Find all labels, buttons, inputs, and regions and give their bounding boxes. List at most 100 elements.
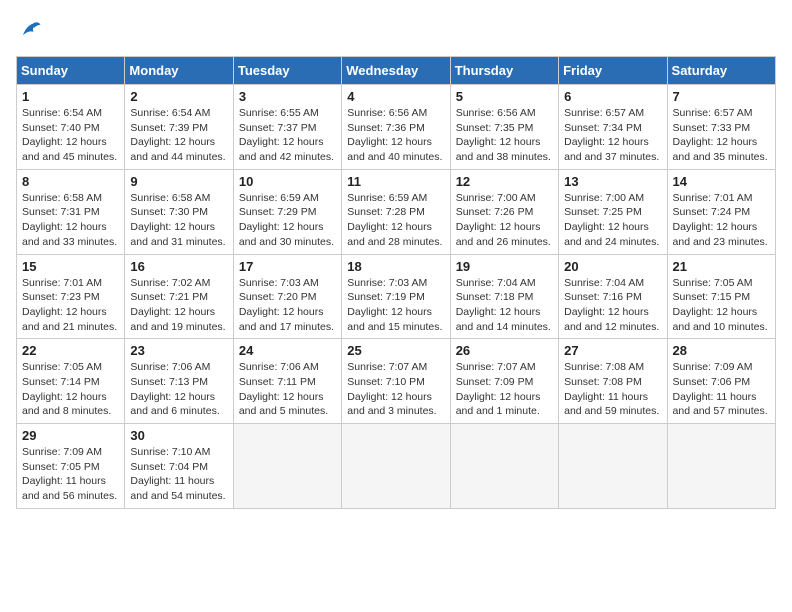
calendar-cell: 20 Sunrise: 7:04 AMSunset: 7:16 PMDayligh… [559, 254, 667, 339]
day-number: 9 [130, 174, 227, 189]
calendar-cell: 7 Sunrise: 6:57 AMSunset: 7:33 PMDaylight… [667, 85, 775, 170]
day-detail: Sunrise: 7:07 AMSunset: 7:09 PMDaylight:… [456, 360, 553, 419]
day-number: 16 [130, 259, 227, 274]
day-detail: Sunrise: 7:10 AMSunset: 7:04 PMDaylight:… [130, 445, 227, 504]
calendar-cell: 17Sunrise: 7:03 AMSunset: 7:20 PMDayligh… [233, 254, 341, 339]
calendar-week-1: 1Sunrise: 6:54 AMSunset: 7:40 PMDaylight… [17, 85, 776, 170]
day-detail: Sunrise: 6:54 AMSunset: 7:39 PMDaylight:… [130, 106, 227, 165]
calendar-cell: 11 Sunrise: 6:59 AMSunset: 7:28 PMDayligh… [342, 169, 450, 254]
calendar-cell: 19 Sunrise: 7:04 AMSunset: 7:18 PMDayligh… [450, 254, 558, 339]
day-number: 3 [239, 89, 336, 104]
calendar-cell [233, 424, 341, 509]
day-detail: Sunrise: 6:56 AMSunset: 7:35 PMDaylight:… [456, 106, 553, 165]
day-number: 24 [239, 343, 336, 358]
day-number: 12 [456, 174, 553, 189]
day-number: 10 [239, 174, 336, 189]
calendar-week-5: 29 Sunrise: 7:09 AMSunset: 7:05 PMDayligh… [17, 424, 776, 509]
calendar-table: SundayMondayTuesdayWednesdayThursdayFrid… [16, 56, 776, 509]
day-number: 28 [673, 343, 770, 358]
day-number: 29 [22, 428, 119, 443]
calendar-cell: 12Sunrise: 7:00 AMSunset: 7:26 PMDayligh… [450, 169, 558, 254]
day-number: 6 [564, 89, 661, 104]
day-number: 25 [347, 343, 444, 358]
calendar-cell: 10 Sunrise: 6:59 AMSunset: 7:29 PMDayligh… [233, 169, 341, 254]
calendar-cell: 27Sunrise: 7:08 AMSunset: 7:08 PMDayligh… [559, 339, 667, 424]
day-detail: Sunrise: 7:06 AMSunset: 7:13 PMDaylight:… [130, 360, 227, 419]
weekday-header-tuesday: Tuesday [233, 57, 341, 85]
day-number: 19 [456, 259, 553, 274]
day-detail: Sunrise: 6:59 AMSunset: 7:29 PMDaylight:… [239, 191, 336, 250]
calendar-cell: 18 Sunrise: 7:03 AMSunset: 7:19 PMDayligh… [342, 254, 450, 339]
calendar-cell: 22 Sunrise: 7:05 AMSunset: 7:14 PMDayligh… [17, 339, 125, 424]
day-number: 2 [130, 89, 227, 104]
day-detail: Sunrise: 7:03 AMSunset: 7:20 PMDaylight:… [239, 276, 336, 335]
calendar-cell: 1Sunrise: 6:54 AMSunset: 7:40 PMDaylight… [17, 85, 125, 170]
day-detail: Sunrise: 7:09 AMSunset: 7:05 PMDaylight:… [22, 445, 119, 504]
day-number: 7 [673, 89, 770, 104]
day-detail: Sunrise: 6:55 AMSunset: 7:37 PMDaylight:… [239, 106, 336, 165]
day-detail: Sunrise: 7:06 AMSunset: 7:11 PMDaylight:… [239, 360, 336, 419]
day-number: 21 [673, 259, 770, 274]
calendar-cell: 5 Sunrise: 6:56 AMSunset: 7:35 PMDaylight… [450, 85, 558, 170]
day-number: 15 [22, 259, 119, 274]
day-number: 23 [130, 343, 227, 358]
calendar-cell: 8 Sunrise: 6:58 AMSunset: 7:31 PMDaylight… [17, 169, 125, 254]
day-detail: Sunrise: 6:58 AMSunset: 7:30 PMDaylight:… [130, 191, 227, 250]
day-detail: Sunrise: 7:03 AMSunset: 7:19 PMDaylight:… [347, 276, 444, 335]
day-detail: Sunrise: 7:01 AMSunset: 7:24 PMDaylight:… [673, 191, 770, 250]
day-detail: Sunrise: 7:09 AMSunset: 7:06 PMDaylight:… [673, 360, 770, 419]
day-detail: Sunrise: 6:56 AMSunset: 7:36 PMDaylight:… [347, 106, 444, 165]
day-number: 20 [564, 259, 661, 274]
weekday-header-friday: Friday [559, 57, 667, 85]
calendar-week-3: 15 Sunrise: 7:01 AMSunset: 7:23 PMDayligh… [17, 254, 776, 339]
calendar-cell: 23 Sunrise: 7:06 AMSunset: 7:13 PMDayligh… [125, 339, 233, 424]
calendar-header-row: SundayMondayTuesdayWednesdayThursdayFrid… [17, 57, 776, 85]
weekday-header-monday: Monday [125, 57, 233, 85]
calendar-cell: 3 Sunrise: 6:55 AMSunset: 7:37 PMDaylight… [233, 85, 341, 170]
calendar-cell: 29 Sunrise: 7:09 AMSunset: 7:05 PMDayligh… [17, 424, 125, 509]
weekday-header-sunday: Sunday [17, 57, 125, 85]
calendar-cell: 24 Sunrise: 7:06 AMSunset: 7:11 PMDayligh… [233, 339, 341, 424]
day-detail: Sunrise: 7:04 AMSunset: 7:16 PMDaylight:… [564, 276, 661, 335]
day-detail: Sunrise: 7:05 AMSunset: 7:14 PMDaylight:… [22, 360, 119, 419]
day-detail: Sunrise: 6:57 AMSunset: 7:34 PMDaylight:… [564, 106, 661, 165]
calendar-cell: 13 Sunrise: 7:00 AMSunset: 7:25 PMDayligh… [559, 169, 667, 254]
weekday-header-saturday: Saturday [667, 57, 775, 85]
day-number: 4 [347, 89, 444, 104]
day-detail: Sunrise: 7:07 AMSunset: 7:10 PMDaylight:… [347, 360, 444, 419]
day-number: 30 [130, 428, 227, 443]
day-number: 5 [456, 89, 553, 104]
calendar-cell: 15 Sunrise: 7:01 AMSunset: 7:23 PMDayligh… [17, 254, 125, 339]
day-detail: Sunrise: 6:54 AMSunset: 7:40 PMDaylight:… [22, 106, 119, 165]
day-detail: Sunrise: 6:57 AMSunset: 7:33 PMDaylight:… [673, 106, 770, 165]
calendar-cell: 26Sunrise: 7:07 AMSunset: 7:09 PMDayligh… [450, 339, 558, 424]
day-number: 14 [673, 174, 770, 189]
day-detail: Sunrise: 7:04 AMSunset: 7:18 PMDaylight:… [456, 276, 553, 335]
day-number: 18 [347, 259, 444, 274]
calendar-cell: 2 Sunrise: 6:54 AMSunset: 7:39 PMDaylight… [125, 85, 233, 170]
calendar-cell [450, 424, 558, 509]
day-detail: Sunrise: 6:59 AMSunset: 7:28 PMDaylight:… [347, 191, 444, 250]
calendar-cell [342, 424, 450, 509]
day-detail: Sunrise: 7:00 AMSunset: 7:25 PMDaylight:… [564, 191, 661, 250]
calendar-cell: 14 Sunrise: 7:01 AMSunset: 7:24 PMDayligh… [667, 169, 775, 254]
day-number: 13 [564, 174, 661, 189]
day-detail: Sunrise: 7:01 AMSunset: 7:23 PMDaylight:… [22, 276, 119, 335]
page-header [16, 16, 776, 44]
calendar-cell: 28 Sunrise: 7:09 AMSunset: 7:06 PMDayligh… [667, 339, 775, 424]
calendar-cell: 9 Sunrise: 6:58 AMSunset: 7:30 PMDaylight… [125, 169, 233, 254]
day-number: 11 [347, 174, 444, 189]
calendar-cell: 21Sunrise: 7:05 AMSunset: 7:15 PMDayligh… [667, 254, 775, 339]
day-number: 8 [22, 174, 119, 189]
calendar-week-2: 8 Sunrise: 6:58 AMSunset: 7:31 PMDaylight… [17, 169, 776, 254]
calendar-week-4: 22 Sunrise: 7:05 AMSunset: 7:14 PMDayligh… [17, 339, 776, 424]
weekday-header-thursday: Thursday [450, 57, 558, 85]
calendar-cell: 25 Sunrise: 7:07 AMSunset: 7:10 PMDayligh… [342, 339, 450, 424]
logo-bird-icon [16, 16, 44, 44]
day-detail: Sunrise: 6:58 AMSunset: 7:31 PMDaylight:… [22, 191, 119, 250]
calendar-cell: 16Sunrise: 7:02 AMSunset: 7:21 PMDayligh… [125, 254, 233, 339]
day-number: 22 [22, 343, 119, 358]
weekday-header-wednesday: Wednesday [342, 57, 450, 85]
calendar-cell: 30 Sunrise: 7:10 AMSunset: 7:04 PMDayligh… [125, 424, 233, 509]
logo [16, 16, 48, 44]
